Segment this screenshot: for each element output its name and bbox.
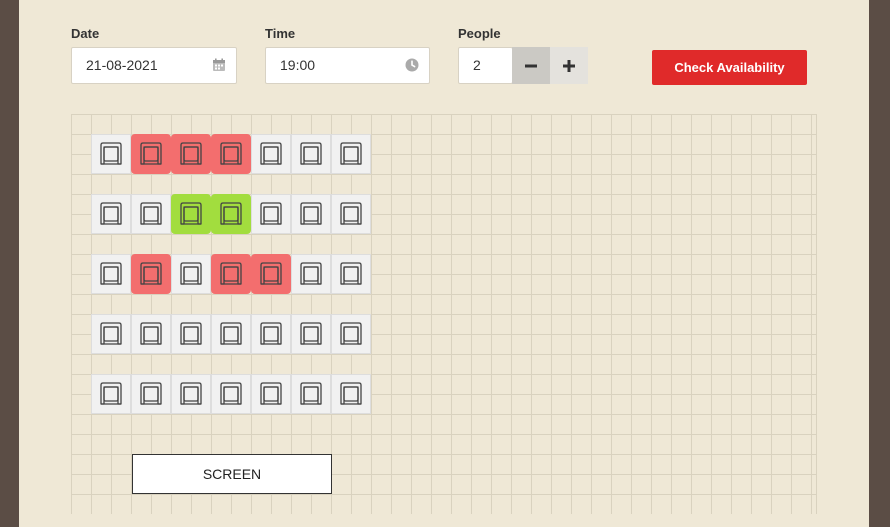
seat-icon: [340, 262, 362, 285]
seat-available[interactable]: [131, 194, 171, 234]
minus-icon: [525, 64, 537, 67]
seat-icon: [260, 262, 282, 285]
seat-icon: [220, 202, 242, 225]
seat-icon: [220, 382, 242, 405]
plus-icon: [563, 59, 575, 72]
seat-available[interactable]: [131, 374, 171, 414]
seat-available[interactable]: [171, 374, 211, 414]
seat-map: SCREEN: [71, 114, 817, 514]
seat-available[interactable]: [291, 194, 331, 234]
seat-available[interactable]: [251, 134, 291, 174]
seat-available[interactable]: [331, 374, 371, 414]
seat-selected[interactable]: [211, 194, 251, 234]
seat-icon: [260, 202, 282, 225]
seat-icon: [100, 322, 122, 345]
seat-available[interactable]: [171, 314, 211, 354]
screen-label: SCREEN: [132, 454, 332, 494]
clock-icon[interactable]: [405, 58, 419, 72]
seat-row: [91, 314, 371, 354]
seat-icon: [260, 322, 282, 345]
seat-icon: [100, 202, 122, 225]
check-availability-button[interactable]: Check Availability: [652, 50, 807, 85]
seat-icon: [100, 262, 122, 285]
seat-available[interactable]: [91, 194, 131, 234]
seat-available[interactable]: [291, 314, 331, 354]
seat-booked: [211, 254, 251, 294]
seat-icon: [100, 382, 122, 405]
seat-icon: [300, 322, 322, 345]
seat-icon: [100, 142, 122, 165]
seat-icon: [340, 322, 362, 345]
seat-available[interactable]: [331, 134, 371, 174]
seat-booked: [251, 254, 291, 294]
seat-available[interactable]: [91, 134, 131, 174]
calendar-icon[interactable]: [212, 58, 226, 72]
seat-icon: [300, 382, 322, 405]
seat-available[interactable]: [251, 314, 291, 354]
seat-icon: [180, 142, 202, 165]
seat-row: [91, 134, 371, 174]
people-value: 2: [473, 57, 481, 73]
seat-available[interactable]: [211, 374, 251, 414]
seat-available[interactable]: [251, 374, 291, 414]
seat-available[interactable]: [291, 374, 331, 414]
seat-icon: [340, 382, 362, 405]
time-label: Time: [265, 26, 296, 41]
seat-available[interactable]: [251, 194, 291, 234]
seat-available[interactable]: [91, 314, 131, 354]
seat-icon: [220, 322, 242, 345]
seat-icon: [180, 382, 202, 405]
seat-row: [91, 194, 371, 234]
seat-available[interactable]: [131, 314, 171, 354]
date-field[interactable]: 21-08-2021: [71, 47, 237, 84]
seat-icon: [180, 202, 202, 225]
seat-available[interactable]: [91, 254, 131, 294]
seat-icon: [340, 142, 362, 165]
seat-selected[interactable]: [171, 194, 211, 234]
seat-icon: [140, 322, 162, 345]
seat-icon: [180, 322, 202, 345]
seat-icon: [300, 262, 322, 285]
seat-booked: [131, 254, 171, 294]
seat-icon: [300, 202, 322, 225]
people-input[interactable]: 2: [458, 47, 513, 84]
date-value: 21-08-2021: [86, 57, 158, 73]
seat-available[interactable]: [91, 374, 131, 414]
seat-icon: [300, 142, 322, 165]
increment-button[interactable]: [550, 47, 588, 84]
people-label: People: [458, 26, 501, 41]
seat-available[interactable]: [331, 254, 371, 294]
seat-available[interactable]: [171, 254, 211, 294]
seat-icon: [140, 142, 162, 165]
seat-icon: [260, 142, 282, 165]
seat-icon: [140, 262, 162, 285]
seat-available[interactable]: [331, 194, 371, 234]
seat-icon: [220, 262, 242, 285]
seat-icon: [180, 262, 202, 285]
seat-available[interactable]: [331, 314, 371, 354]
seat-icon: [260, 382, 282, 405]
date-label: Date: [71, 26, 100, 41]
seat-booked: [171, 134, 211, 174]
seat-icon: [340, 202, 362, 225]
seat-available[interactable]: [291, 134, 331, 174]
seat-row: [91, 374, 371, 414]
seat-available[interactable]: [291, 254, 331, 294]
decrement-button[interactable]: [512, 47, 550, 84]
seat-icon: [140, 202, 162, 225]
seat-booked: [211, 134, 251, 174]
seat-booked: [131, 134, 171, 174]
time-value: 19:00: [280, 57, 316, 73]
seat-icon: [220, 142, 242, 165]
time-field[interactable]: 19:00: [265, 47, 430, 84]
seat-row: [91, 254, 371, 294]
seat-icon: [140, 382, 162, 405]
seat-available[interactable]: [211, 314, 251, 354]
